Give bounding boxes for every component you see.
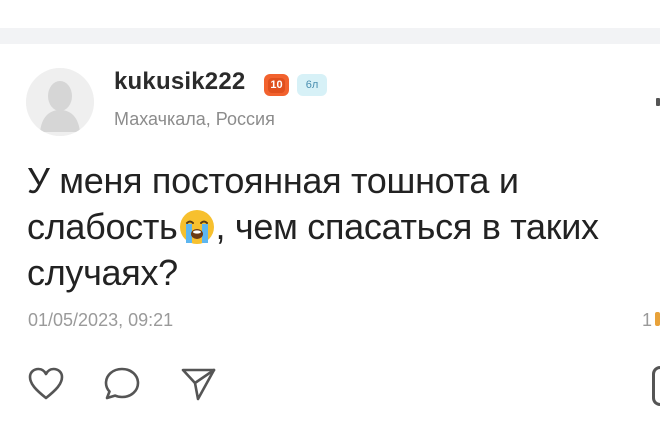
avatar[interactable] [26, 68, 94, 136]
answers-count: 1 [642, 310, 653, 330]
top-band [0, 0, 660, 28]
section-separator [0, 28, 660, 44]
comment-button[interactable] [102, 364, 142, 404]
count-indicator-icon [655, 312, 660, 326]
post-timestamp: 01/05/2023, 09:21 [28, 310, 174, 330]
more-menu-icon[interactable] [656, 98, 660, 106]
default-avatar-icon [26, 68, 94, 136]
loudly-crying-face-icon [179, 210, 214, 244]
level-badge: 10 [264, 74, 289, 96]
bookmark-icon[interactable] [652, 366, 660, 406]
points-badge: 6л [297, 74, 327, 96]
heart-icon [28, 367, 64, 400]
author-username[interactable]: kukusik222 [114, 68, 245, 96]
share-button[interactable] [178, 364, 218, 404]
comment-icon [104, 367, 140, 400]
question-text: У меня постоянная тошнота и слабость , ч… [27, 158, 657, 296]
like-button[interactable] [26, 364, 66, 404]
level-badge-value: 10 [268, 77, 285, 93]
share-icon [181, 368, 216, 401]
author-location: Махачкала, Россия [114, 109, 275, 129]
